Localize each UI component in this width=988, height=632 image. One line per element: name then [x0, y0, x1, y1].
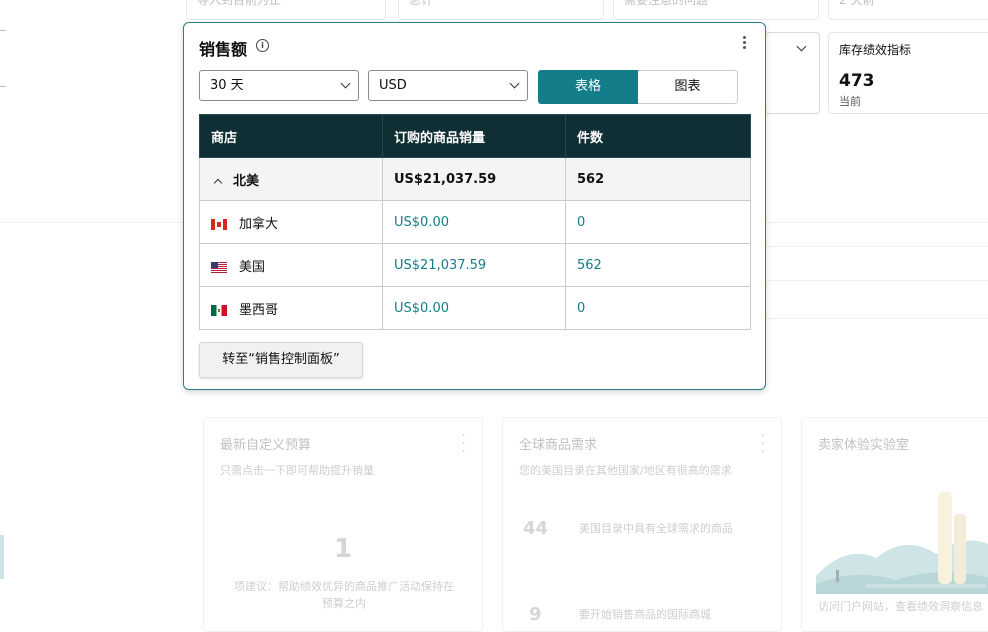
divider [766, 246, 988, 247]
global-demand-stat1-label: 美国目录中具有全球需求的商品 [579, 522, 733, 535]
table-row: 墨西哥 US$0.00 0 [199, 286, 751, 330]
global-demand-stat2-value: 9 [529, 604, 542, 625]
region-sales: US$21,037.59 [382, 157, 566, 201]
usa-flag-icon [211, 261, 227, 273]
budget-card[interactable]: 最新自定义预算 · · · 只需点击一下即可帮助提升销量 1 项建议：帮助绩效优异的… [203, 417, 483, 632]
chevron-down-icon [796, 41, 807, 52]
sidebar-edge [0, 30, 6, 31]
chevron-down-icon [340, 78, 351, 89]
table-row: 美国 US$21,037.59 562 [199, 243, 751, 287]
top-card-1: 导入到目前为止 [186, 0, 386, 20]
budget-card-subtitle: 只需点击一下即可帮助提升销量 [220, 464, 374, 477]
seller-lab-card[interactable]: 卖家体验实验室 访问门户网站，查看绩效洞察信息 [801, 417, 988, 632]
store-name: 美国 [239, 259, 266, 275]
chevron-up-icon[interactable] [213, 178, 223, 187]
sales-table: 商店 订购的商品销量 件数 北美 US$21,037.59 562 加拿大 US… [199, 114, 751, 330]
divider [766, 318, 988, 319]
seller-lab-title: 卖家体验实验室 [818, 438, 910, 453]
global-demand-stat2-label: 要开始销售商品的国际商城 [579, 608, 711, 621]
budget-count: 1 [334, 534, 353, 564]
store-units-link[interactable]: 0 [565, 286, 751, 330]
table-row-group-north-america[interactable]: 北美 US$21,037.59 562 [199, 157, 751, 201]
more-options-icon[interactable] [741, 36, 747, 52]
region-units: 562 [565, 157, 751, 201]
mexico-flag-icon [211, 304, 227, 316]
inventory-card-sub: 当前 [839, 95, 861, 108]
period-select[interactable]: 30 天 [199, 70, 359, 101]
goto-sales-dashboard-button[interactable]: 转至“销售控制面板” [199, 342, 363, 378]
inventory-card-value: 473 [839, 71, 875, 91]
store-name: 加拿大 [239, 216, 279, 232]
store-sales-link[interactable]: US$0.00 [382, 200, 566, 244]
table-header-row: 商店 订购的商品销量 件数 [199, 114, 751, 158]
column-header-store: 商店 [199, 114, 383, 158]
divider [766, 280, 988, 281]
popup-title: 销售额 [199, 40, 248, 59]
sales-popup: 销售额 i 30 天 USD 表格 图表 商店 订购的商品销量 件数 北美 US… [183, 22, 766, 390]
currency-select[interactable]: USD [368, 70, 528, 101]
sidebar-edge [0, 86, 6, 87]
top-card-2: 总计 [398, 0, 604, 20]
info-icon[interactable]: i [256, 39, 269, 52]
global-demand-subtitle: 您的美国目录在其他国家/地区有很高的需求 [519, 464, 732, 477]
seller-lab-illustration [816, 492, 988, 594]
inventory-performance-card[interactable]: 库存绩效指标 473 当前 [828, 32, 988, 114]
budget-note: 项建议：帮助绩效优异的商品推广活动保持在 预算之内 [234, 580, 454, 610]
store-units-link[interactable]: 562 [565, 243, 751, 287]
inventory-card-title: 库存绩效指标 [839, 43, 912, 57]
table-row: 加拿大 US$0.00 0 [199, 200, 751, 244]
view-table-button[interactable]: 表格 [538, 70, 638, 104]
global-demand-card[interactable]: 全球商品需求 · · · 您的美国目录在其他国家/地区有很高的需求 44 美国目录中… [502, 417, 782, 632]
hidden-card-edge [766, 32, 820, 114]
sidebar-edge [0, 535, 4, 579]
seller-lab-subtitle: 访问门户网站，查看绩效洞察信息 [818, 600, 983, 613]
global-demand-stat1-value: 44 [523, 518, 549, 539]
column-header-sales: 订购的商品销量 [382, 114, 566, 158]
store-sales-link[interactable]: US$21,037.59 [382, 243, 566, 287]
top-card-4: 2 天前 [828, 0, 988, 20]
more-options-icon[interactable]: · · · [462, 429, 466, 459]
canada-flag-icon [211, 218, 227, 230]
store-sales-link[interactable]: US$0.00 [382, 286, 566, 330]
more-options-icon[interactable]: · · · [761, 429, 765, 459]
view-chart-button[interactable]: 图表 [638, 70, 738, 104]
chevron-down-icon [509, 78, 520, 89]
region-name: 北美 [233, 173, 260, 189]
store-units-link[interactable]: 0 [565, 200, 751, 244]
store-name: 墨西哥 [239, 302, 279, 318]
top-card-3: 需要注意的问题 [613, 0, 819, 20]
column-header-units: 件数 [565, 114, 751, 158]
global-demand-title: 全球商品需求 [519, 438, 598, 453]
budget-card-title: 最新自定义预算 [220, 438, 312, 453]
